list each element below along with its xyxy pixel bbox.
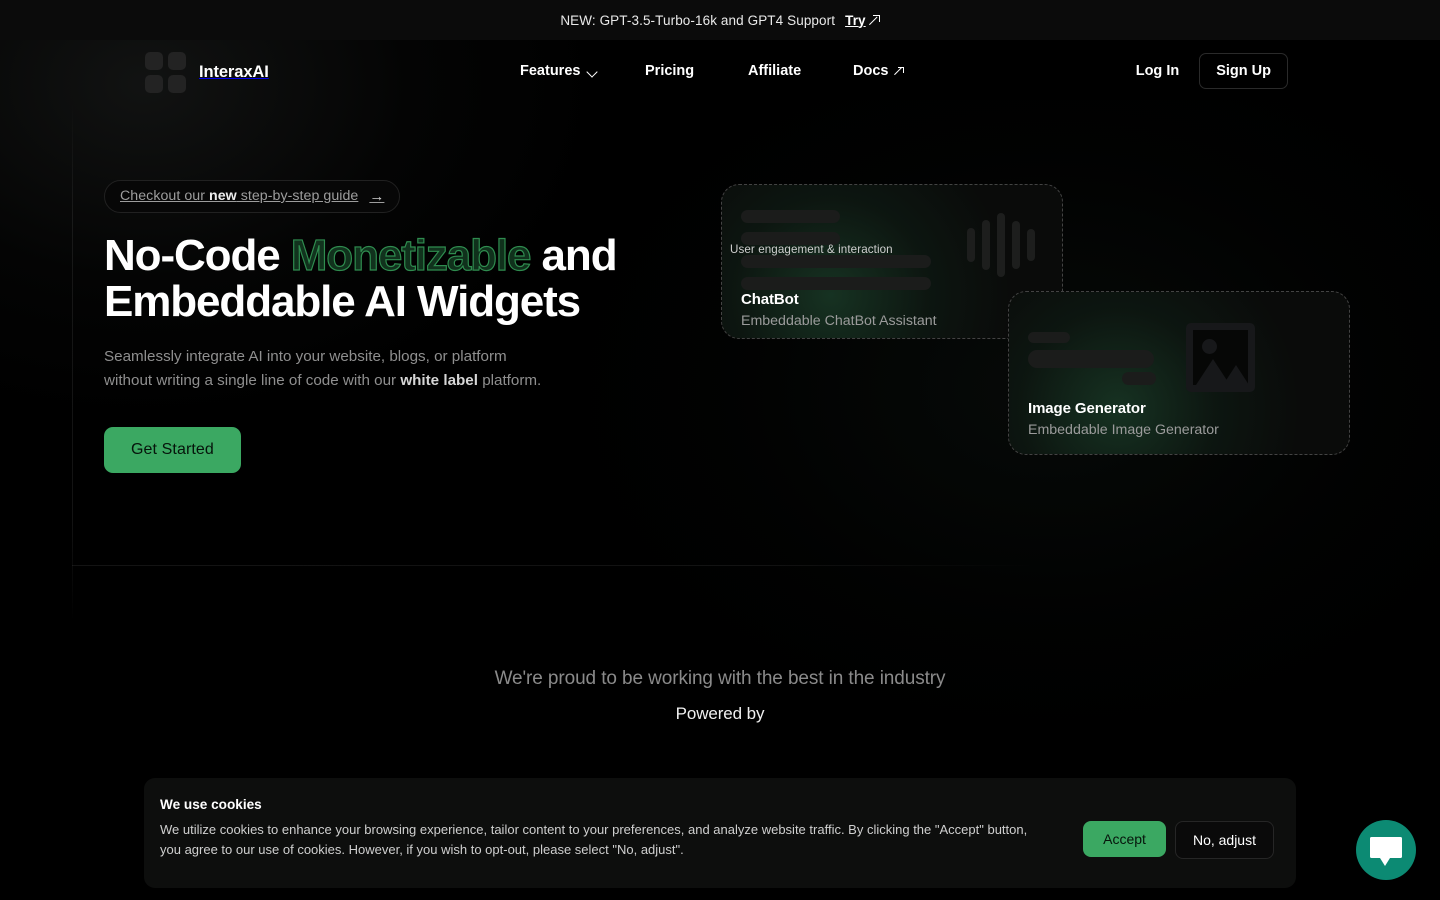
widget-title: Image Generator — [1028, 400, 1146, 417]
page-root: NEW: GPT-3.5-Turbo-16k and GPT4 Support … — [0, 0, 1440, 900]
skeleton-bar — [1028, 350, 1154, 368]
cookie-heading: We use cookies — [160, 797, 262, 812]
chevron-down-icon — [587, 68, 598, 75]
hero-subtitle: Seamlessly integrate AI into your websit… — [104, 345, 556, 393]
partners-section: We're proud to be working with the best … — [0, 668, 1440, 724]
nav-item-affiliate[interactable]: Affiliate — [748, 63, 801, 79]
nav-label-features: Features — [520, 63, 581, 79]
widget-description: Embeddable Image Generator — [1028, 422, 1219, 438]
skeleton-bar — [741, 255, 931, 268]
cookie-banner: We use cookies We utilize cookies to enh… — [144, 778, 1296, 888]
signup-button[interactable]: Sign Up — [1199, 53, 1288, 89]
image-picture-icon — [1186, 323, 1255, 392]
main-nav: Features Pricing Affiliate Docs — [520, 40, 905, 102]
overlay-caption: User engagement & interaction — [730, 243, 893, 256]
auth-actions: Log In Sign Up — [1126, 40, 1288, 102]
cookie-adjust-button[interactable]: No, adjust — [1174, 821, 1274, 859]
widget-title: ChatBot — [741, 291, 799, 308]
skeleton-bar — [741, 277, 931, 290]
audio-waveform-icon — [967, 213, 1035, 277]
site-header: InteraxAI Features Pricing Affiliate Doc… — [0, 40, 1440, 102]
nav-label-pricing: Pricing — [645, 63, 695, 79]
four-squares-logo-icon — [145, 52, 186, 93]
title-part-1: No-Code — [104, 231, 291, 280]
external-link-icon — [870, 15, 880, 25]
nav-item-docs[interactable]: Docs — [853, 63, 905, 79]
chat-bubble-icon — [1370, 837, 1402, 858]
page-title: No-Code Monetizable and Embeddable AI Wi… — [104, 231, 664, 325]
skeleton-bar — [741, 210, 840, 223]
nav-label-docs: Docs — [853, 63, 889, 79]
cookie-actions: Accept No, adjust — [1083, 797, 1274, 859]
brand-name: InteraxAI — [199, 63, 269, 81]
nav-item-features[interactable]: Features — [520, 63, 598, 79]
guide-announcement-pill[interactable]: Checkout our new step-by-step guide → — [104, 180, 401, 213]
cookie-accept-button[interactable]: Accept — [1083, 821, 1166, 857]
announcement-try-label: Try — [845, 12, 866, 28]
title-highlight: Monetizable — [290, 231, 532, 280]
cookie-text-block: We use cookies We utilize cookies to enh… — [160, 797, 1069, 861]
brand-logo-link[interactable]: InteraxAI — [145, 52, 269, 93]
announcement-bar: NEW: GPT-3.5-Turbo-16k and GPT4 Support … — [0, 0, 1440, 40]
powered-by-label: Powered by — [675, 704, 765, 723]
partners-title: We're proud to be working with the best … — [494, 668, 946, 689]
pill-text: Checkout our new step-by-step guide — [120, 188, 359, 204]
external-link-icon — [895, 66, 905, 76]
cookie-body: We utilize cookies to enhance your brows… — [160, 822, 1028, 858]
get-started-button[interactable]: Get Started — [104, 426, 241, 473]
announcement-try-link[interactable]: Try — [845, 13, 880, 28]
nav-item-pricing[interactable]: Pricing — [645, 63, 694, 79]
chat-widget-button[interactable] — [1356, 820, 1416, 880]
nav-label-affiliate: Affiliate — [748, 63, 802, 79]
skeleton-bar — [1028, 332, 1070, 343]
horizontal-divider — [72, 565, 1037, 566]
skeleton-bar — [1122, 372, 1156, 385]
vertical-divider — [72, 102, 73, 622]
hero-section: Checkout our new step-by-step guide → No… — [104, 180, 664, 473]
widget-card-image-generator[interactable]: Image Generator Embeddable Image Generat… — [1008, 291, 1350, 455]
widget-description: Embeddable ChatBot Assistant — [741, 313, 937, 329]
announcement-text: NEW: GPT-3.5-Turbo-16k and GPT4 Support — [560, 12, 836, 28]
subtitle-part-2: platform. — [477, 371, 542, 389]
login-link[interactable]: Log In — [1126, 55, 1190, 87]
subtitle-strong: white label — [400, 371, 478, 389]
arrow-right-icon: → — [369, 187, 385, 205]
